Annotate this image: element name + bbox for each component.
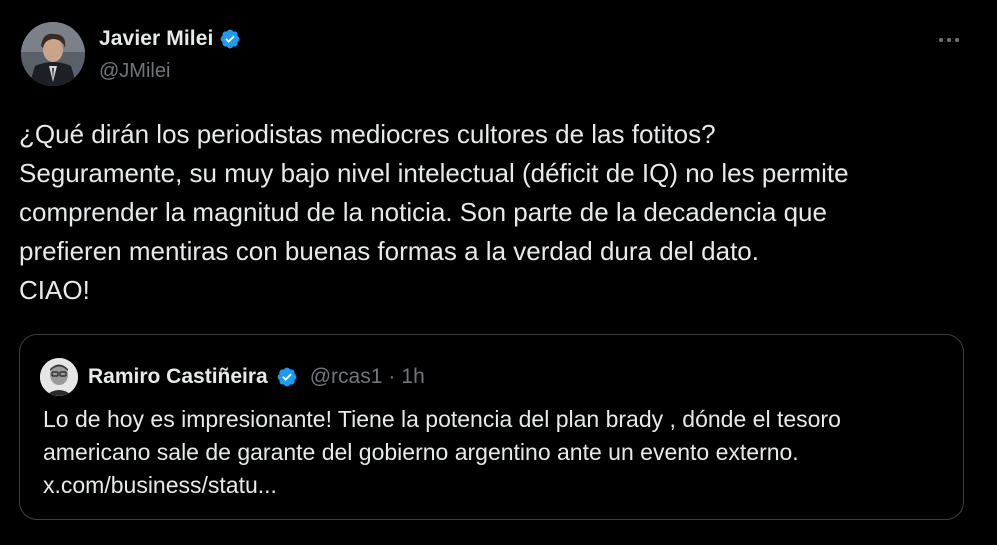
author-name-row: Javier Milei xyxy=(99,27,241,51)
quoted-tweet-text: Lo de hoy es impresionante! Tiene la pot… xyxy=(43,403,953,502)
quoted-author-avatar-image xyxy=(40,358,78,396)
tweet-text-line: ¿Qué dirán los periodistas mediocres cul… xyxy=(19,119,716,149)
quoted-link[interactable]: x.com/business/statu... xyxy=(43,469,953,502)
author-name[interactable]: Javier Milei xyxy=(99,27,213,51)
tweet-text-line: Seguramente, su muy bajo nivel intelectu… xyxy=(19,158,849,188)
quoted-tweet-card[interactable]: Ramiro Castiñeira @rcas1 · 1h Lo de hoy … xyxy=(19,334,964,520)
tweet-text: ¿Qué dirán los periodistas mediocres cul… xyxy=(19,115,979,310)
quoted-text-line: americano sale de garante del gobierno a… xyxy=(43,439,799,465)
quoted-author-name[interactable]: Ramiro Castiñeira xyxy=(88,365,268,389)
verified-badge-icon[interactable] xyxy=(219,28,241,50)
author-avatar[interactable] xyxy=(21,22,85,86)
quoted-tweet-header: Ramiro Castiñeira @rcas1 · 1h xyxy=(40,357,425,397)
tweet-text-line: prefieren mentiras con buenas formas a l… xyxy=(19,236,759,266)
quoted-author-avatar[interactable] xyxy=(40,358,78,396)
quoted-author-handle[interactable]: @rcas1 xyxy=(310,365,383,389)
quoted-separator: · xyxy=(388,365,396,388)
author-avatar-image xyxy=(21,22,85,86)
author-handle[interactable]: @JMilei xyxy=(99,60,170,83)
quoted-timestamp[interactable]: 1h xyxy=(401,365,424,389)
tweet-container: Javier Milei @JMilei ¿Qué dirán los peri… xyxy=(0,0,997,545)
quoted-verified-badge-icon[interactable] xyxy=(276,366,298,388)
tweet-text-line: CIAO! xyxy=(19,275,90,305)
more-horizontal-icon[interactable] xyxy=(934,30,964,50)
tweet-text-line: comprender la magnitud de la noticia. So… xyxy=(19,197,827,227)
quoted-text-line: Lo de hoy es impresionante! Tiene la pot… xyxy=(43,406,841,432)
